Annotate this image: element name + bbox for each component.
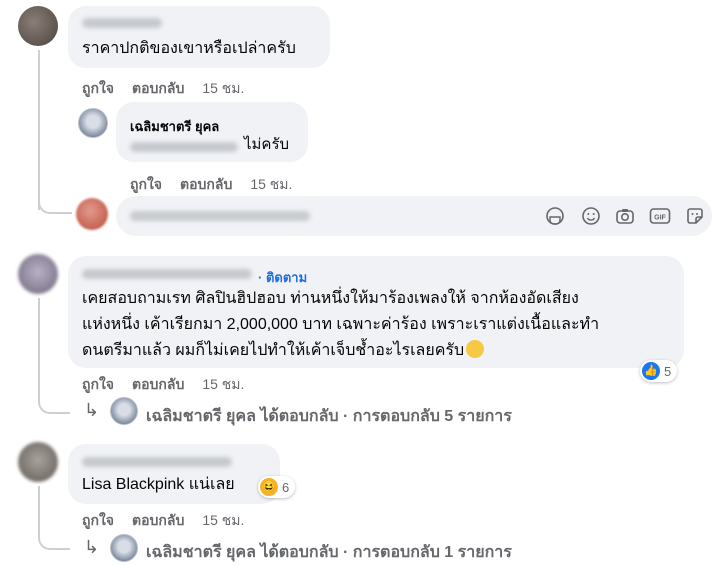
blurred-author-name xyxy=(82,269,252,279)
timestamp[interactable]: 15 ชม. xyxy=(202,376,244,392)
view-replies-link[interactable]: เฉลิมชาตรี ยุคล ได้ตอบกลับ · การตอบกลับ … xyxy=(146,404,512,429)
reaction-summary[interactable]: 👍 5 xyxy=(640,360,678,382)
comment-text-line-3: ดนตรีมาแล้ว ผมก็ไม่เคยไปทำให้เค้าเจ็บช้ำ… xyxy=(82,338,485,364)
camera-icon[interactable] xyxy=(615,206,635,226)
reply-arrow-icon: ↳ xyxy=(84,537,100,557)
like-button[interactable]: ถูกใจ xyxy=(82,80,114,96)
timestamp[interactable]: 15 ชม. xyxy=(202,512,244,528)
like-button[interactable]: ถูกใจ xyxy=(82,376,114,392)
reply-text: ไม่ครับ xyxy=(244,136,290,153)
commenter-avatar[interactable] xyxy=(18,442,58,482)
comment-text: Lisa Blackpink แน่เลย xyxy=(82,476,235,493)
comment-bubble: · ติดตาม เคยสอบถามเรท ศิลปินฮิปฮอบ ท่านห… xyxy=(68,256,684,368)
replier-avatar xyxy=(110,397,138,425)
comment-text-line-3-text: ดนตรีมาแล้ว ผมก็ไม่เคยไปทำให้เค้าเจ็บช้ำ… xyxy=(82,342,465,359)
sticker-icon[interactable] xyxy=(545,206,565,226)
reply-button[interactable]: ตอบกลับ xyxy=(132,80,184,96)
blurred-author-name xyxy=(82,18,162,28)
current-user-avatar xyxy=(76,198,108,230)
reply-connector xyxy=(38,90,74,124)
reply-bubble: เฉลิมชาตรี ยุคล ไม่ครับ xyxy=(116,102,308,162)
like-button[interactable]: ถูกใจ xyxy=(130,176,162,192)
comment-actions: ถูกใจ ตอบกลับ 15 ชม. xyxy=(82,374,262,396)
reply-avatar[interactable] xyxy=(78,108,108,138)
sticker-pack-icon[interactable] xyxy=(685,206,705,226)
blurred-mention xyxy=(130,142,238,152)
comment-bubble: ราคาปกติของเขาหรือเปล่าครับ xyxy=(68,6,330,68)
reply-actions: ถูกใจ ตอบกลับ 15 ชม. xyxy=(130,174,310,196)
like-reaction-icon: 👍 xyxy=(642,362,660,380)
reply-arrow-icon: ↳ xyxy=(84,400,100,420)
replier-avatar xyxy=(110,534,138,562)
reaction-count: 6 xyxy=(282,479,290,495)
svg-text:GIF: GIF xyxy=(654,215,666,222)
like-button[interactable]: ถูกใจ xyxy=(82,512,114,528)
comment-actions: ถูกใจ ตอบกลับ 15 ชม. xyxy=(82,510,262,532)
blurred-author-name xyxy=(82,457,232,467)
reply-button[interactable]: ตอบกลับ xyxy=(132,512,184,528)
comment-text-line-1: เคยสอบถามเรท ศิลปินฮิปฮอบ ท่านหนึ่งให้มา… xyxy=(82,290,579,307)
view-replies-link[interactable]: เฉลิมชาตรี ยุคล ได้ตอบกลับ · การตอบกลับ … xyxy=(146,540,512,565)
timestamp[interactable]: 15 ชม. xyxy=(250,176,292,192)
composer-connector xyxy=(38,180,72,214)
commenter-avatar[interactable] xyxy=(18,6,58,46)
reaction-summary[interactable]: 😆 6 xyxy=(258,476,296,498)
reply-button[interactable]: ตอบกลับ xyxy=(132,376,184,392)
composer-placeholder xyxy=(130,211,310,221)
emoji-icon[interactable] xyxy=(581,206,601,226)
replies-connector xyxy=(38,388,70,414)
comment-text-line-2: แห่งหนึ่ง เค้าเรียกมา 2,000,000 บาท เฉพา… xyxy=(82,316,600,333)
timestamp[interactable]: 15 ชม. xyxy=(202,80,244,96)
reply-author-name[interactable]: เฉลิมชาตรี ยุคล xyxy=(130,116,219,137)
crying-emoji-icon xyxy=(466,340,485,358)
replies-connector xyxy=(38,524,70,550)
comment-bubble: Lisa Blackpink แน่เลย xyxy=(68,444,280,504)
comment-actions: ถูกใจ ตอบกลับ 15 ชม. xyxy=(82,78,262,100)
gif-icon[interactable]: GIF xyxy=(649,206,671,226)
comment-text: ราคาปกติของเขาหรือเปล่าครับ xyxy=(82,40,296,57)
reply-button[interactable]: ตอบกลับ xyxy=(180,176,232,192)
follow-link[interactable]: · ติดตาม xyxy=(258,267,307,288)
commenter-avatar[interactable] xyxy=(18,254,58,294)
haha-reaction-icon: 😆 xyxy=(260,478,278,496)
reaction-count: 5 xyxy=(664,363,672,379)
thread-line xyxy=(38,298,40,398)
